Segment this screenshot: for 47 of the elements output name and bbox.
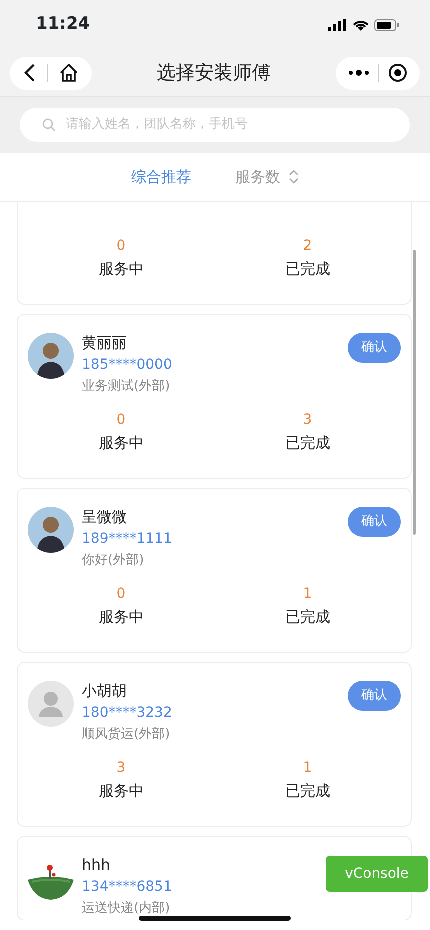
team-name: 业务测试(外部)	[82, 378, 170, 396]
service-count: 0	[116, 411, 126, 430]
record-icon[interactable]	[388, 63, 408, 83]
team-name: 顺风货运(外部)	[82, 726, 170, 744]
service-count: 0	[116, 237, 126, 256]
scrollbar[interactable]	[413, 250, 416, 535]
sort-tab[interactable]: 服务数	[236, 166, 298, 188]
phone-number: 134****6851	[82, 878, 172, 897]
team-name: 你好(外部)	[82, 552, 144, 570]
sort-tab[interactable]: 综合推荐	[132, 166, 192, 188]
worker-name: hhh	[82, 855, 111, 876]
stat-label: 已完成	[285, 433, 330, 454]
stat-label: 已完成	[285, 781, 330, 802]
confirm-button[interactable]: 确认	[348, 507, 401, 537]
service-count: 3	[116, 759, 126, 778]
phone-number: 185****0000	[82, 356, 172, 375]
service-count: 1	[303, 585, 312, 604]
sort-icon	[288, 169, 298, 185]
page-title: 选择安装师傅	[157, 60, 271, 86]
confirm-button[interactable]: 确认	[348, 681, 401, 711]
team-name: 运送快递(内部)	[82, 900, 170, 918]
search-bar[interactable]: 请输入姓名，团队名称，手机号	[20, 108, 410, 142]
service-count: 2	[303, 237, 312, 256]
stat-label: 服务中	[98, 781, 144, 802]
confirm-button[interactable]: 确认	[348, 333, 401, 363]
worker-name: 呈微微	[82, 507, 127, 528]
stat-label: 服务中	[98, 259, 144, 280]
battery-icon	[374, 18, 400, 32]
worker-name: 小胡胡	[82, 681, 127, 702]
vconsole-button[interactable]: vConsole	[326, 856, 428, 892]
stat-label: 已完成	[285, 259, 330, 280]
stat-label: 已完成	[285, 607, 330, 628]
stat-label: 服务中	[98, 607, 144, 628]
status-time: 11:24	[36, 13, 90, 36]
service-count: 0	[116, 585, 126, 604]
signal-icon	[328, 19, 348, 31]
wifi-icon	[352, 18, 370, 32]
search-icon	[42, 118, 56, 132]
stat-label: 服务中	[98, 433, 144, 454]
worker-name: 黄丽丽	[82, 333, 127, 354]
phone-number: 180****3232	[82, 704, 172, 723]
service-count: 3	[303, 411, 312, 430]
service-count: 1	[303, 759, 312, 778]
home-icon[interactable]	[58, 64, 78, 82]
phone-number: 189****1111	[82, 530, 172, 549]
back-icon[interactable]	[24, 64, 36, 82]
more-icon[interactable]	[348, 70, 370, 76]
